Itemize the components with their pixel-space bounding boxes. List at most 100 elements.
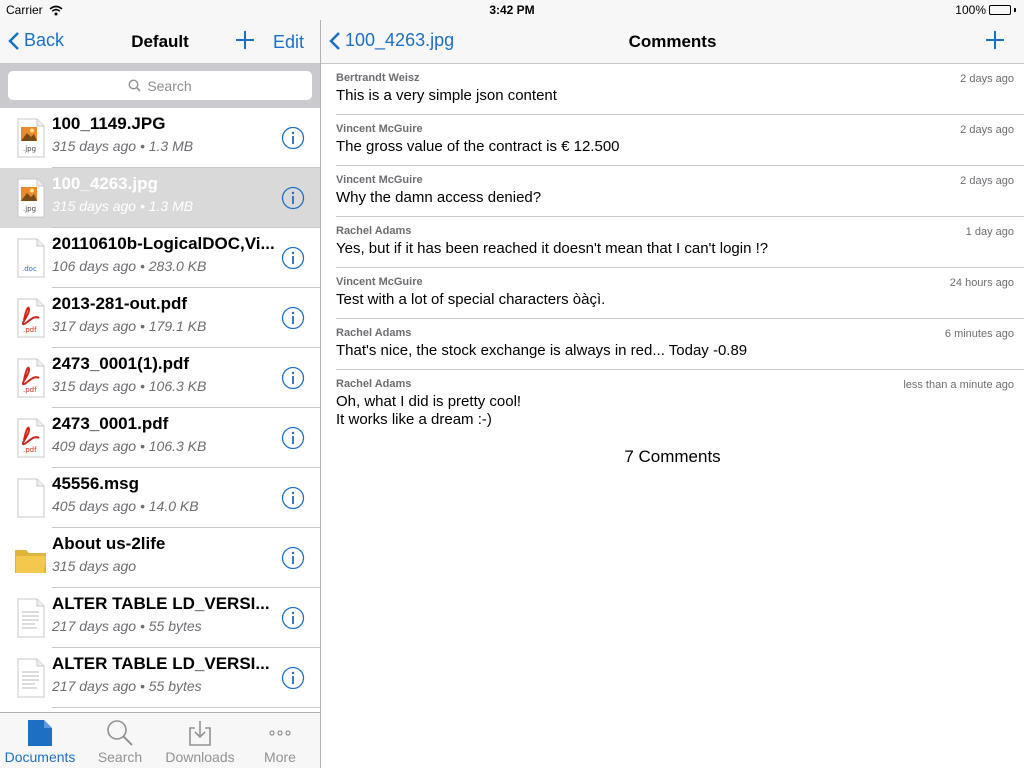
file-row[interactable]: .pdf 2473_0001(1).pdf 315 days ago • 106… (0, 348, 320, 408)
file-name: 100_4263.jpg (52, 174, 158, 193)
svg-text:.pdf: .pdf (23, 386, 37, 394)
comment-author: Vincent McGuire (336, 276, 423, 288)
comment-item[interactable]: Vincent McGuire 2 days ago Why the damn … (321, 166, 1024, 217)
file-meta: 106 days ago • 283.0 KB (52, 258, 207, 274)
back-button[interactable]: Back (8, 30, 64, 51)
document-browser-pane: Back Default Edit Search .jpg 100_1149.J… (0, 0, 321, 768)
pdf-file-icon: .pdf (17, 418, 45, 458)
info-icon[interactable] (281, 486, 305, 510)
doc-file-icon: .doc (17, 238, 45, 278)
file-row[interactable]: .jpg 100_1149.JPG 315 days ago • 1.3 MB (0, 108, 320, 168)
comment-text: The gross value of the contract is € 12.… (336, 138, 620, 155)
info-icon[interactable] (281, 186, 305, 210)
add-icon[interactable] (234, 29, 256, 51)
svg-text:.doc: .doc (22, 265, 37, 273)
comment-text: Why the damn access denied? (336, 189, 542, 206)
pdf-file-icon: .pdf (17, 298, 45, 338)
file-meta: 317 days ago • 179.1 KB (52, 318, 207, 334)
info-icon[interactable] (281, 306, 305, 330)
comment-author: Bertrandt Weisz (336, 72, 420, 84)
download-icon (189, 721, 211, 746)
comment-text: Oh, what I did is pretty cool! It works … (336, 393, 522, 428)
battery-percent: 100% (955, 3, 986, 17)
comment-time: 2 days ago (960, 124, 1014, 136)
edit-button[interactable]: Edit (273, 32, 304, 53)
magnifier-icon (107, 720, 133, 746)
add-comment-icon[interactable] (984, 29, 1006, 51)
file-meta: 315 days ago • 106.3 KB (52, 378, 207, 394)
file-list: .jpg 100_1149.JPG 315 days ago • 1.3 MB … (0, 108, 320, 712)
info-icon[interactable] (281, 246, 305, 270)
file-row[interactable]: .pdf 2473_0001.pdf 409 days ago • 106.3 … (0, 408, 320, 468)
file-meta: 405 days ago • 14.0 KB (52, 498, 199, 514)
folder-name: About us-2life (52, 534, 166, 553)
info-icon[interactable] (281, 426, 305, 450)
file-meta: 409 days ago • 106.3 KB (52, 438, 207, 454)
file-name: 45556.msg (52, 474, 139, 493)
comment-item[interactable]: Rachel Adams less than a minute ago Oh, … (321, 370, 1024, 435)
svg-text:.pdf: .pdf (23, 326, 37, 334)
comment-text: Test with a lot of special characters òà… (336, 291, 606, 308)
info-icon[interactable] (281, 126, 305, 150)
comment-item[interactable]: Rachel Adams 6 minutes ago That's nice, … (321, 319, 1024, 370)
file-row[interactable]: ALTER TABLE LD_VERSI... 217 days ago • 5… (0, 588, 320, 648)
comment-item[interactable]: Rachel Adams 1 day ago Yes, but if it ha… (321, 217, 1024, 268)
folder-row[interactable]: About us-2life 315 days ago (0, 528, 320, 588)
comment-text: Yes, but if it has been reached it doesn… (336, 240, 769, 257)
info-icon[interactable] (281, 366, 305, 390)
back-to-document-button[interactable]: 100_4263.jpg (329, 30, 454, 51)
documents-icon (28, 720, 52, 746)
comment-item[interactable]: Vincent McGuire 2 days ago The gross val… (321, 115, 1024, 166)
search-input[interactable]: Search (8, 71, 312, 100)
search-placeholder: Search (147, 77, 192, 94)
file-name: 20110610b-LogicalDOC,Vi... (52, 234, 275, 253)
file-name: ALTER TABLE LD_VERSI... (52, 654, 270, 673)
info-icon[interactable] (281, 546, 305, 570)
comment-time: 1 day ago (965, 226, 1014, 238)
comment-author: Rachel Adams (336, 327, 412, 339)
comment-author: Rachel Adams (336, 225, 412, 237)
info-icon[interactable] (281, 666, 305, 690)
comment-text: That's nice, the stock exchange is alway… (336, 342, 748, 359)
folder-meta: 315 days ago (52, 558, 137, 574)
tab-search[interactable]: Search (80, 713, 160, 768)
right-nav-bar: 100_4263.jpg Comments (321, 20, 1024, 64)
pdf-file-icon: .pdf (17, 358, 45, 398)
comment-time: 6 minutes ago (944, 328, 1014, 340)
chevron-left-icon (8, 31, 19, 50)
file-name: ALTER TABLE LD_VERSI... (52, 594, 270, 613)
tab-downloads[interactable]: Downloads (160, 713, 240, 768)
tab-bar: Documents Search Downloads More (0, 712, 320, 768)
file-row[interactable]: .doc 20110610b-LogicalDOC,Vi... 106 days… (0, 228, 320, 288)
svg-text:.pdf: .pdf (23, 446, 37, 454)
back-label: Back (24, 30, 65, 50)
comment-time: 2 days ago (960, 175, 1014, 187)
file-row[interactable]: ALTER TABLE LD_VERSI... 217 days ago • 5… (0, 648, 320, 708)
file-row[interactable]: .pdf 2013-281-out.pdf 317 days ago • 179… (0, 288, 320, 348)
chevron-left-icon (329, 31, 340, 50)
file-meta: 217 days ago • 55 bytes (52, 678, 202, 694)
comment-author: Vincent McGuire (336, 174, 423, 186)
file-row[interactable]: 45556.msg 405 days ago • 14.0 KB (0, 468, 320, 528)
folder-icon (15, 550, 46, 573)
comments-pane: 100_4263.jpg Comments Bertrandt Weisz 2 … (321, 0, 1024, 768)
file-name: 2473_0001.pdf (52, 414, 169, 433)
comment-item[interactable]: Bertrandt Weisz 2 days ago This is a ver… (321, 64, 1024, 115)
text-file-icon (17, 658, 45, 698)
svg-text:.jpg: .jpg (23, 205, 36, 213)
back-label: 100_4263.jpg (345, 30, 455, 50)
search-icon (128, 79, 141, 92)
comment-item[interactable]: Vincent McGuire 24 hours ago Test with a… (321, 268, 1024, 319)
tab-documents[interactable]: Documents (0, 713, 80, 768)
comment-list: Bertrandt Weisz 2 days ago This is a ver… (321, 64, 1024, 467)
comment-author: Vincent McGuire (336, 123, 423, 135)
info-icon[interactable] (281, 606, 305, 630)
tab-more[interactable]: More (240, 713, 320, 768)
file-meta: 315 days ago • 1.3 MB (52, 198, 194, 214)
file-row[interactable]: .jpg 100_4263.jpg 315 days ago • 1.3 MB (0, 168, 320, 228)
comment-text: This is a very simple json content (336, 87, 557, 104)
search-bar: Search (0, 64, 320, 108)
file-name: 100_1149.JPG (52, 114, 166, 133)
file-name: 2013-281-out.pdf (52, 294, 188, 313)
status-time: 3:42 PM (489, 3, 535, 17)
